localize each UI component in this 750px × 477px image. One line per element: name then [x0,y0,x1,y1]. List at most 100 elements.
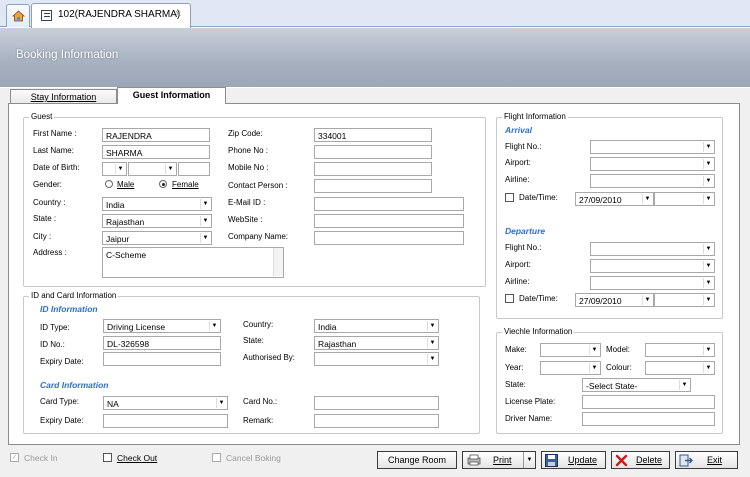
update-label: Update [568,455,598,465]
make-select[interactable]: ▼ [540,343,601,357]
address-scrollbar[interactable] [273,248,283,276]
departure-date-picker[interactable]: 27/09/2010 ▼ [575,293,654,307]
last-name-label: Last Name: [33,146,74,155]
check-in-checkbox[interactable]: ✓ [10,453,19,462]
cancel-booking-checkbox[interactable] [212,453,221,462]
vehicle-state-select[interactable]: -Select State- ▼ [582,378,691,392]
arrival-date-picker[interactable]: 27/09/2010 ▼ [575,192,654,206]
arrival-time-select[interactable]: ▼ [654,192,715,206]
card-type-select[interactable]: NA ▼ [103,396,228,410]
dob-month-select[interactable]: ▼ [128,162,177,176]
chevron-down-icon: ▼ [679,380,689,390]
chevron-down-icon: ▼ [165,164,175,174]
country-select[interactable]: India ▼ [102,197,212,211]
arrival-airport-select[interactable]: ▼ [590,157,715,171]
first-name-field[interactable]: RAJENDRA [102,128,210,142]
update-button[interactable]: Update [541,451,606,469]
city-value: Jaipur [106,234,130,244]
check-out-checkbox[interactable] [103,453,112,462]
flight-group-title: Flight Information [502,112,568,121]
page-title: Booking Information [16,49,119,61]
chevron-down-icon: ▼ [216,398,226,408]
card-expiry-field[interactable] [103,414,228,428]
address-field[interactable]: C-Scheme [102,247,284,278]
departure-airline-select[interactable]: ▼ [590,276,715,290]
state-value: Rajasthan [106,217,145,227]
chevron-down-icon: ▼ [642,295,652,305]
id-information-heading: ID Information [40,304,98,314]
id-country-select[interactable]: India ▼ [314,319,439,333]
tab-stay-information[interactable]: Stay Information [10,89,117,104]
departure-time-select[interactable]: ▼ [654,293,715,307]
print-button[interactable]: Print ▼ [462,451,536,469]
id-no-field[interactable]: DL-326598 [103,336,221,350]
model-select[interactable]: ▼ [645,343,715,357]
departure-flight-no-select[interactable]: ▼ [590,242,715,256]
tab-guest-information[interactable]: Guest Information [117,87,226,104]
change-room-button[interactable]: Change Room [377,451,457,469]
last-name-field[interactable]: SHARMA [102,145,210,159]
gender-male-label[interactable]: Male [117,180,134,189]
authorised-by-label: Authorised By: [243,353,296,362]
exit-button[interactable]: Exit [675,451,738,469]
zip-code-field[interactable]: 334001 [314,128,432,142]
id-type-value: Driving License [107,322,166,332]
id-type-select[interactable]: Driving License ▼ [103,319,221,333]
company-field[interactable] [314,231,464,245]
chevron-down-icon: ▼ [703,194,713,204]
year-select[interactable]: ▼ [540,361,601,375]
arrival-airline-select[interactable]: ▼ [590,174,715,188]
dob-day-select[interactable]: ▼ [102,162,127,176]
chevron-down-icon: ▼ [703,363,713,373]
id-state-label: State: [243,336,264,345]
phone-label: Phone No : [228,146,269,155]
departure-datetime-checkbox[interactable] [505,294,514,303]
website-label: WebSite : [228,215,263,224]
id-expiry-field[interactable] [103,352,221,366]
cancel-booking-label: Cancel Boking [226,453,281,463]
chevron-down-icon: ▼ [703,142,713,152]
arrival-datetime-checkbox[interactable] [505,193,514,202]
mobile-field[interactable] [314,162,432,176]
gender-female-radio[interactable] [159,180,167,188]
remark-field[interactable] [314,414,439,428]
arrival-date-value: 27/09/2010 [579,195,622,205]
card-no-label: Card No.: [243,397,278,406]
authorised-by-select[interactable]: ▼ [314,352,439,366]
booking-document-tab[interactable]: 102(RAJENDRA SHARMA) × [31,3,191,28]
contact-person-field[interactable] [314,179,432,193]
phone-field[interactable] [314,145,432,159]
page-header: Booking Information [0,28,750,87]
delete-icon [615,454,628,466]
id-state-select[interactable]: Rajasthan ▼ [314,336,439,350]
departure-airport-select[interactable]: ▼ [590,259,715,273]
tab-label: Guest Information [132,90,211,100]
chevron-down-icon: ▼ [703,244,713,254]
website-field[interactable] [314,214,464,228]
delete-button[interactable]: Delete [611,451,670,469]
city-select[interactable]: Jaipur ▼ [102,231,212,245]
gender-female-label[interactable]: Female [172,180,199,189]
gender-label: Gender: [33,180,62,189]
close-icon[interactable]: × [175,8,181,20]
license-plate-label: License Plate: [505,397,556,406]
chevron-down-icon: ▼ [427,338,437,348]
departure-airline-label: Airline: [505,277,530,286]
card-no-field[interactable] [314,396,439,410]
arrival-flight-no-select[interactable]: ▼ [590,140,715,154]
print-dropdown-arrow[interactable]: ▼ [523,452,535,468]
change-room-label: Change Room [387,455,447,465]
contact-person-label: Contact Person : [228,181,288,190]
tab-label: Stay Information [30,92,97,102]
colour-select[interactable]: ▼ [645,361,715,375]
colour-label: Colour: [606,363,632,372]
license-plate-field[interactable] [582,395,715,409]
id-country-label: Country: [243,320,274,329]
dob-year-field[interactable] [178,162,210,176]
home-tab[interactable] [6,4,30,27]
driver-name-field[interactable] [582,412,715,426]
state-select[interactable]: Rajasthan ▼ [102,214,212,228]
arrival-heading: Arrival [505,125,532,135]
gender-male-radio[interactable] [105,180,113,188]
email-field[interactable] [314,197,464,211]
